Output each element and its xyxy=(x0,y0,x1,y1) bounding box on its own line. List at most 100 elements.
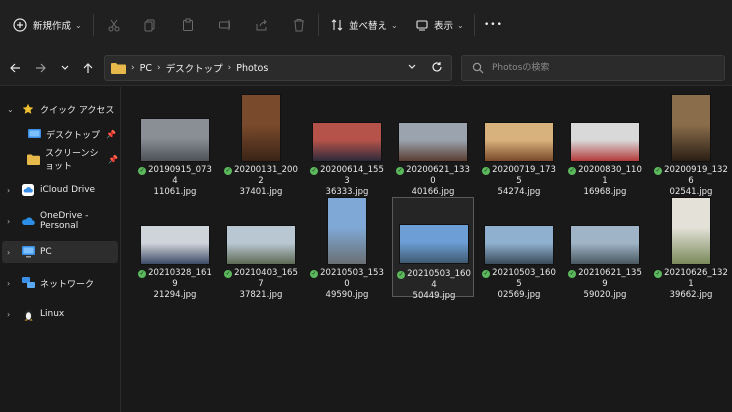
file-tile[interactable]: ✓ 20200830_1101 16968.jpg xyxy=(564,94,646,197)
photo-thumbnail xyxy=(140,225,210,265)
sidebar-item-desktop[interactable]: デスクトップ 📌 xyxy=(0,123,118,145)
file-name-line2: 39662.jpg xyxy=(669,290,713,300)
file-name-line1: 20190915_0734 xyxy=(148,165,212,186)
file-tile[interactable]: ✓ 20210503_1604 50449.jpg xyxy=(392,197,474,301)
address-bar[interactable]: › PC › デスクトップ › Photos xyxy=(104,55,452,81)
synced-check-icon: ✓ xyxy=(654,167,663,175)
file-tile[interactable]: ✓ 20190915_0734 11061.jpg xyxy=(134,94,216,197)
chevron-right-icon: › xyxy=(7,278,11,288)
file-name-line2: 50449.jpg xyxy=(412,291,456,301)
breadcrumb-separator-icon: › xyxy=(227,63,232,73)
sidebar-item-screenshots[interactable]: スクリーンショット 📌 xyxy=(0,148,118,172)
search-icon xyxy=(472,62,484,77)
file-name-line1: 20210503_1605 xyxy=(492,268,556,289)
file-tile[interactable]: ✓ 20200614_1553 36333.jpg xyxy=(306,94,388,197)
synced-check-icon: ✓ xyxy=(310,270,319,278)
file-tile[interactable]: ✓ 20200719_1735 54274.jpg xyxy=(478,94,560,197)
sidebar-item-icloud-drive[interactable]: › iCloud Drive xyxy=(0,179,118,201)
photo-thumbnail xyxy=(312,122,382,162)
synced-check-icon: ✓ xyxy=(654,270,663,278)
more-options-button[interactable]: ••• xyxy=(484,13,503,37)
file-name-line1: 20200719_1735 xyxy=(492,165,556,186)
sort-icon xyxy=(330,18,344,32)
file-name: ✓ 20210403_1657 37821.jpg xyxy=(222,268,300,301)
folder-icon xyxy=(27,152,40,166)
file-tile[interactable]: ✓ 20210626_1321 39662.jpg xyxy=(650,197,732,300)
file-name: ✓ 20200919_1326 02541.jpg xyxy=(652,165,730,198)
file-tile[interactable]: ✓ 20210621_1359 59020.jpg xyxy=(564,197,646,300)
sidebar-item-network[interactable]: › ネットワーク xyxy=(0,272,118,294)
sort-button[interactable]: 並べ替え ⌄ xyxy=(330,13,398,37)
file-name: ✓ 20200719_1735 54274.jpg xyxy=(480,165,558,198)
file-tile[interactable]: ✓ 20200131_2002 37401.jpg xyxy=(220,94,302,197)
sidebar-item-quick-access[interactable]: ⌄ クイック アクセス xyxy=(0,98,118,120)
rename-icon[interactable] xyxy=(215,15,235,35)
photo-thumbnail xyxy=(327,197,367,265)
file-name: ✓ 20200614_1553 36333.jpg xyxy=(308,165,386,198)
file-name-line2: 02541.jpg xyxy=(669,187,713,197)
view-button[interactable]: 表示 ⌄ xyxy=(415,13,464,37)
refresh-icon[interactable] xyxy=(431,61,443,76)
file-tile[interactable]: ✓ 20210503_1605 02569.jpg xyxy=(478,197,560,300)
share-icon[interactable] xyxy=(252,15,272,35)
file-name: ✓ 20210503_1605 02569.jpg xyxy=(480,268,558,301)
file-tile[interactable]: ✓ 20210328_1619 21294.jpg xyxy=(134,197,216,300)
file-name: ✓ 20190915_0734 11061.jpg xyxy=(136,165,214,198)
search-input[interactable] xyxy=(492,61,712,75)
command-bar: 新規作成 ⌄ 並べ替え ⌄ 表示 ⌄ ••• xyxy=(0,0,732,50)
recent-locations-chevron-icon[interactable] xyxy=(56,59,74,77)
file-tile[interactable]: ✓ 20210403_1657 37821.jpg xyxy=(220,197,302,300)
sidebar-item-pc[interactable]: › PC xyxy=(2,241,118,263)
file-tile[interactable]: ✓ 20210503_1530 49590.jpg xyxy=(306,197,388,300)
breadcrumb-pc[interactable]: PC xyxy=(140,63,152,74)
copy-icon[interactable] xyxy=(140,15,160,35)
search-box[interactable] xyxy=(461,55,725,81)
forward-arrow-icon[interactable] xyxy=(32,59,50,77)
breadcrumb-photos[interactable]: Photos xyxy=(236,63,268,74)
delete-icon[interactable] xyxy=(289,15,309,35)
synced-check-icon: ✓ xyxy=(568,270,577,278)
address-dropdown-icon[interactable] xyxy=(407,62,417,75)
file-tile[interactable]: ✓ 20200621_1330 40166.jpg xyxy=(392,94,474,197)
icloud-icon xyxy=(21,183,35,197)
folder-icon xyxy=(111,62,126,74)
back-arrow-icon[interactable] xyxy=(6,59,24,77)
file-name-line1: 20210403_1657 xyxy=(234,268,298,289)
chevron-right-icon: › xyxy=(7,247,11,257)
synced-check-icon: ✓ xyxy=(568,167,577,175)
cut-icon[interactable] xyxy=(104,15,124,35)
toolbar-divider xyxy=(474,14,475,36)
chevron-down-icon: ⌄ xyxy=(391,20,398,30)
desktop-icon xyxy=(27,127,41,141)
photo-thumbnail xyxy=(398,122,468,162)
file-name-line2: 11061.jpg xyxy=(153,187,197,197)
sidebar-item-onedrive[interactable]: › OneDrive - Personal xyxy=(0,210,118,232)
photo-thumbnail xyxy=(671,94,711,162)
file-name-line1: 20200919_1326 xyxy=(664,165,728,186)
file-name-line1: 20210503_1604 xyxy=(407,269,471,290)
new-button[interactable]: 新規作成 ⌄ xyxy=(12,13,82,37)
file-name-line2: 59020.jpg xyxy=(583,290,627,300)
new-label: 新規作成 xyxy=(33,21,72,32)
view-icon xyxy=(415,18,429,32)
file-name-line1: 20200621_1330 xyxy=(406,165,470,186)
synced-check-icon: ✓ xyxy=(482,270,491,278)
file-name: ✓ 20210503_1604 50449.jpg xyxy=(395,269,473,302)
chevron-right-icon: › xyxy=(7,309,11,319)
network-icon xyxy=(21,276,35,290)
sidebar-item-linux[interactable]: › Linux xyxy=(0,303,118,325)
file-name-line2: 49590.jpg xyxy=(325,290,369,300)
up-arrow-icon[interactable] xyxy=(79,59,97,77)
file-name-line1: 20200131_2002 xyxy=(234,165,298,186)
breadcrumb-desktop[interactable]: デスクトップ xyxy=(166,61,223,75)
sidebar-item-label: デスクトップ xyxy=(46,130,101,141)
synced-check-icon: ✓ xyxy=(224,167,233,175)
file-name-line2: 21294.jpg xyxy=(153,290,197,300)
sidebar-item-label: Linux xyxy=(40,309,65,319)
file-name-line1: 20210626_1321 xyxy=(664,268,728,289)
sidebar-item-label: スクリーンショット xyxy=(45,149,99,172)
photo-thumbnail xyxy=(226,225,296,265)
file-tile[interactable]: ✓ 20200919_1326 02541.jpg xyxy=(650,94,732,197)
paste-icon[interactable] xyxy=(178,15,198,35)
synced-check-icon: ✓ xyxy=(138,167,147,175)
